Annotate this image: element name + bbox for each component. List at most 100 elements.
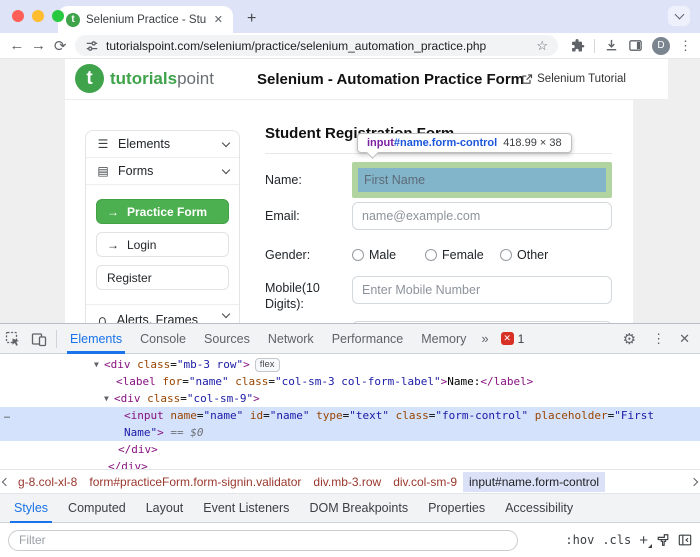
- form-divider: [265, 153, 612, 154]
- tab-styles[interactable]: Styles: [4, 493, 58, 523]
- forms-label: Forms: [118, 164, 154, 178]
- paint-brush-icon: [657, 534, 669, 546]
- name-input[interactable]: First Name: [358, 168, 606, 192]
- tab-search-button[interactable]: [668, 6, 690, 26]
- close-window-button[interactable]: [12, 10, 24, 22]
- tab-close-icon[interactable]: ✕: [212, 13, 225, 26]
- sidebar-item-alerts[interactable]: Alerts, Frames & Windows: [86, 305, 239, 323]
- devtools-tab-elements[interactable]: Elements: [61, 324, 131, 354]
- expand-arrow-icon[interactable]: ▼: [104, 390, 114, 407]
- tune-icon: [86, 40, 98, 51]
- elements-tree: ▼ <div class="mb-3 row"> flex <label for="…: [0, 354, 700, 469]
- device-toolbar-icon: [31, 332, 47, 346]
- tab-event-listeners[interactable]: Event Listeners: [193, 493, 299, 523]
- tab-title: Selenium Practice - Student F: [86, 13, 206, 26]
- selenium-tutorial-link[interactable]: Selenium Tutorial: [521, 73, 626, 85]
- new-tab-button[interactable]: +: [247, 10, 256, 28]
- tab-favicon: t: [66, 12, 80, 27]
- radio-other[interactable]: Other: [500, 248, 548, 262]
- zoom-window-button[interactable]: [52, 10, 64, 22]
- code-line-div-col[interactable]: ▼ <div class="col-sm-9">: [0, 390, 700, 407]
- chevron-down-icon: [221, 309, 231, 319]
- devtools-tab-memory[interactable]: Memory: [412, 324, 475, 354]
- breadcrumb-form[interactable]: form#practiceForm.form-signin.validator: [83, 472, 307, 492]
- tooltip-selector-tag: input: [367, 137, 394, 149]
- code-line-close-div[interactable]: </div>: [0, 458, 700, 469]
- inspect-tooltip: input#name.form-control 418.99 × 38: [357, 133, 572, 153]
- side-panel-icon[interactable]: [628, 38, 643, 53]
- gender-radios: Male Female Other: [352, 243, 548, 262]
- code-line-div-row[interactable]: ▼ <div class="mb-3 row"> flex: [0, 356, 700, 373]
- device-toolbar-button[interactable]: [26, 331, 52, 347]
- email-input[interactable]: [352, 202, 612, 230]
- minimize-window-button[interactable]: [32, 10, 44, 22]
- breadcrumb-scroll-right[interactable]: [688, 477, 700, 486]
- devtools-tab-network[interactable]: Network: [259, 324, 323, 354]
- inspect-element-button[interactable]: [0, 331, 26, 347]
- devtools-tab-performance[interactable]: Performance: [323, 324, 413, 354]
- url-text[interactable]: tutorialspoint.com/selenium/practice/sel…: [106, 39, 529, 53]
- back-button[interactable]: ←: [8, 37, 26, 54]
- tutorialspoint-logo[interactable]: t tutorialspoint: [75, 64, 214, 93]
- devtools-tab-console[interactable]: Console: [131, 324, 195, 354]
- sidebar-item-login[interactable]: → Login: [96, 232, 229, 257]
- breadcrumb-div-col[interactable]: div.col-sm-9: [387, 472, 463, 492]
- toggle-element-state-button[interactable]: :hov: [565, 533, 594, 547]
- expand-arrow-icon[interactable]: ▼: [94, 356, 104, 373]
- email-field-row: Email:: [265, 202, 612, 230]
- mobile-label: Mobile(10 Digits):: [265, 281, 320, 312]
- error-count-badge[interactable]: ✕ 1: [495, 332, 531, 346]
- reload-button[interactable]: ⟳: [51, 37, 69, 55]
- flex-badge[interactable]: flex: [254, 358, 280, 372]
- radio-female[interactable]: Female: [425, 248, 500, 262]
- practice-sidebar: ☰ Elements ▤ Forms → Practice Form → Log…: [85, 130, 240, 323]
- devtools-close-icon[interactable]: ✕: [672, 331, 700, 347]
- forward-button[interactable]: →: [30, 37, 48, 54]
- styles-filter-input[interactable]: [8, 529, 518, 551]
- toolbar-divider: [594, 38, 596, 53]
- sidebar-item-elements[interactable]: ☰ Elements: [86, 131, 239, 158]
- bookmark-star-icon[interactable]: ☆: [536, 38, 548, 54]
- inspect-highlight-padding: First Name: [352, 162, 612, 198]
- toggle-sidebar-button[interactable]: [678, 533, 692, 547]
- arrow-right-icon: →: [107, 237, 119, 252]
- breadcrumb-input-selected[interactable]: input#name.form-control: [463, 471, 606, 492]
- tab-dom-breakpoints[interactable]: DOM Breakpoints: [299, 493, 418, 523]
- settings-gear-icon[interactable]: ⚙: [614, 330, 645, 348]
- registration-form: Student Registration Form input#name.for…: [265, 125, 612, 323]
- breadcrumb-col-xl[interactable]: g-8.col-xl-8: [12, 472, 83, 492]
- sidebar-item-forms[interactable]: ▤ Forms: [86, 158, 239, 185]
- toolbar-divider: [56, 329, 57, 348]
- extensions-icon[interactable]: [570, 38, 585, 53]
- gutter-dots-icon[interactable]: …: [4, 407, 10, 424]
- address-bar[interactable]: tutorialspoint.com/selenium/practice/sel…: [75, 35, 559, 56]
- code-line-close-div[interactable]: </div>: [0, 441, 700, 458]
- rendering-emulations-button[interactable]: [656, 533, 670, 547]
- devtools-tab-sources[interactable]: Sources: [195, 324, 259, 354]
- sidebar-item-register[interactable]: Register: [96, 265, 229, 290]
- dollar-zero-annotation: == $0: [163, 426, 204, 439]
- tab-layout[interactable]: Layout: [136, 493, 194, 523]
- more-tabs-icon[interactable]: »: [475, 331, 494, 346]
- page-content: ☰ Elements ▤ Forms → Practice Form → Log…: [65, 100, 633, 323]
- radio-male[interactable]: Male: [352, 248, 425, 262]
- element-classes-button[interactable]: .cls: [602, 533, 631, 547]
- code-line-input-selected[interactable]: … <input name="name" id="name" type="text…: [0, 407, 700, 441]
- profile-avatar[interactable]: D: [652, 36, 671, 55]
- browser-window: t Selenium Practice - Student F ✕ + ← → …: [0, 0, 700, 557]
- download-icon[interactable]: [604, 38, 619, 53]
- breadcrumb-div-row[interactable]: div.mb-3.row: [307, 472, 387, 492]
- browser-tab[interactable]: t Selenium Practice - Student F ✕: [58, 6, 233, 33]
- inspect-cursor-icon: [5, 331, 19, 346]
- code-line-label[interactable]: <label for="name" class="col-sm-3 col-fo…: [0, 373, 700, 390]
- sidebar-item-practice-form[interactable]: → Practice Form: [96, 199, 229, 224]
- tab-computed[interactable]: Computed: [58, 493, 136, 523]
- mobile-input[interactable]: [352, 276, 612, 304]
- devtools-menu-icon[interactable]: ⋮: [645, 331, 672, 347]
- browser-menu-icon[interactable]: ⋮: [679, 38, 692, 54]
- new-style-rule-button[interactable]: +: [639, 532, 652, 549]
- tab-accessibility[interactable]: Accessibility: [495, 493, 583, 523]
- tab-properties[interactable]: Properties: [418, 493, 495, 523]
- tooltip-selector-rest: #name.form-control: [393, 137, 498, 149]
- breadcrumb-scroll-left[interactable]: [0, 477, 12, 486]
